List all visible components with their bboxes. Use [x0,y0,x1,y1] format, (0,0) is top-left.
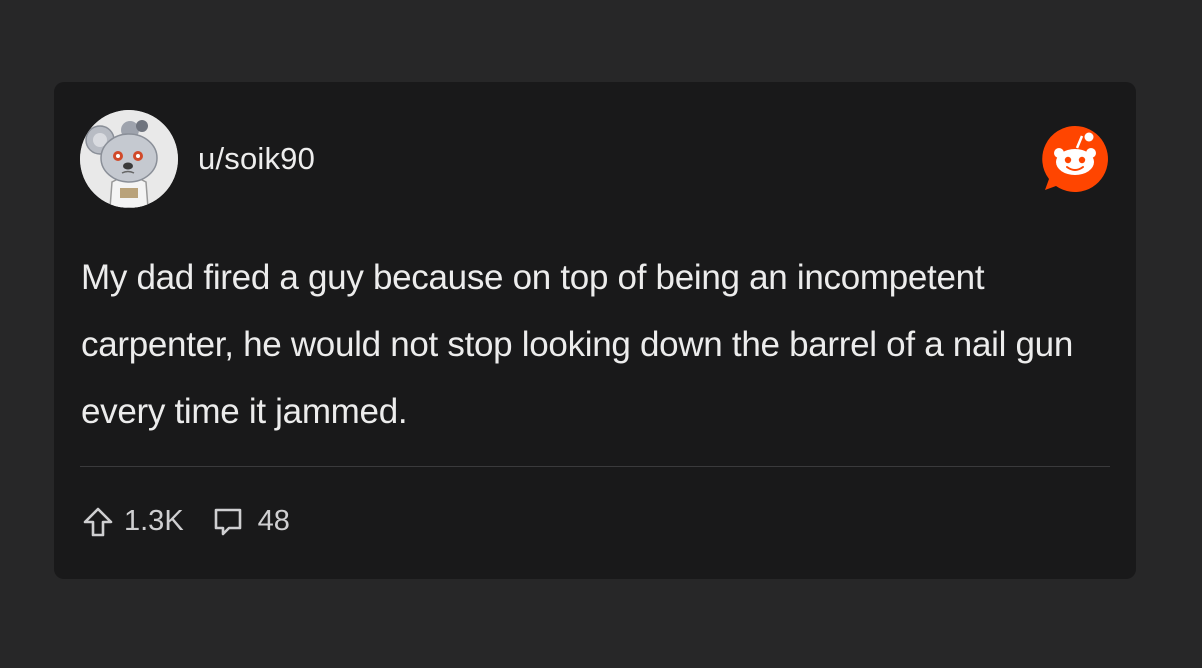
reddit-logo-icon [1040,124,1110,194]
post-body-text: My dad fired a guy because on top of bei… [81,258,1073,431]
upvote-count: 1.3K [124,505,184,537]
snoo-koala-avatar-icon [80,110,178,208]
divider [80,466,1110,467]
avatar[interactable] [80,110,178,208]
upvote-arrow-icon[interactable] [82,506,114,538]
post-card[interactable]: u/soik90 My dad fired a guy because on t… [54,82,1136,579]
username[interactable]: u/soik90 [198,141,315,177]
comment-count: 48 [257,505,290,537]
post-stats: 1.3K 48 [82,505,290,538]
comment-bubble-icon[interactable] [212,506,244,538]
post-header: u/soik90 [80,110,315,208]
